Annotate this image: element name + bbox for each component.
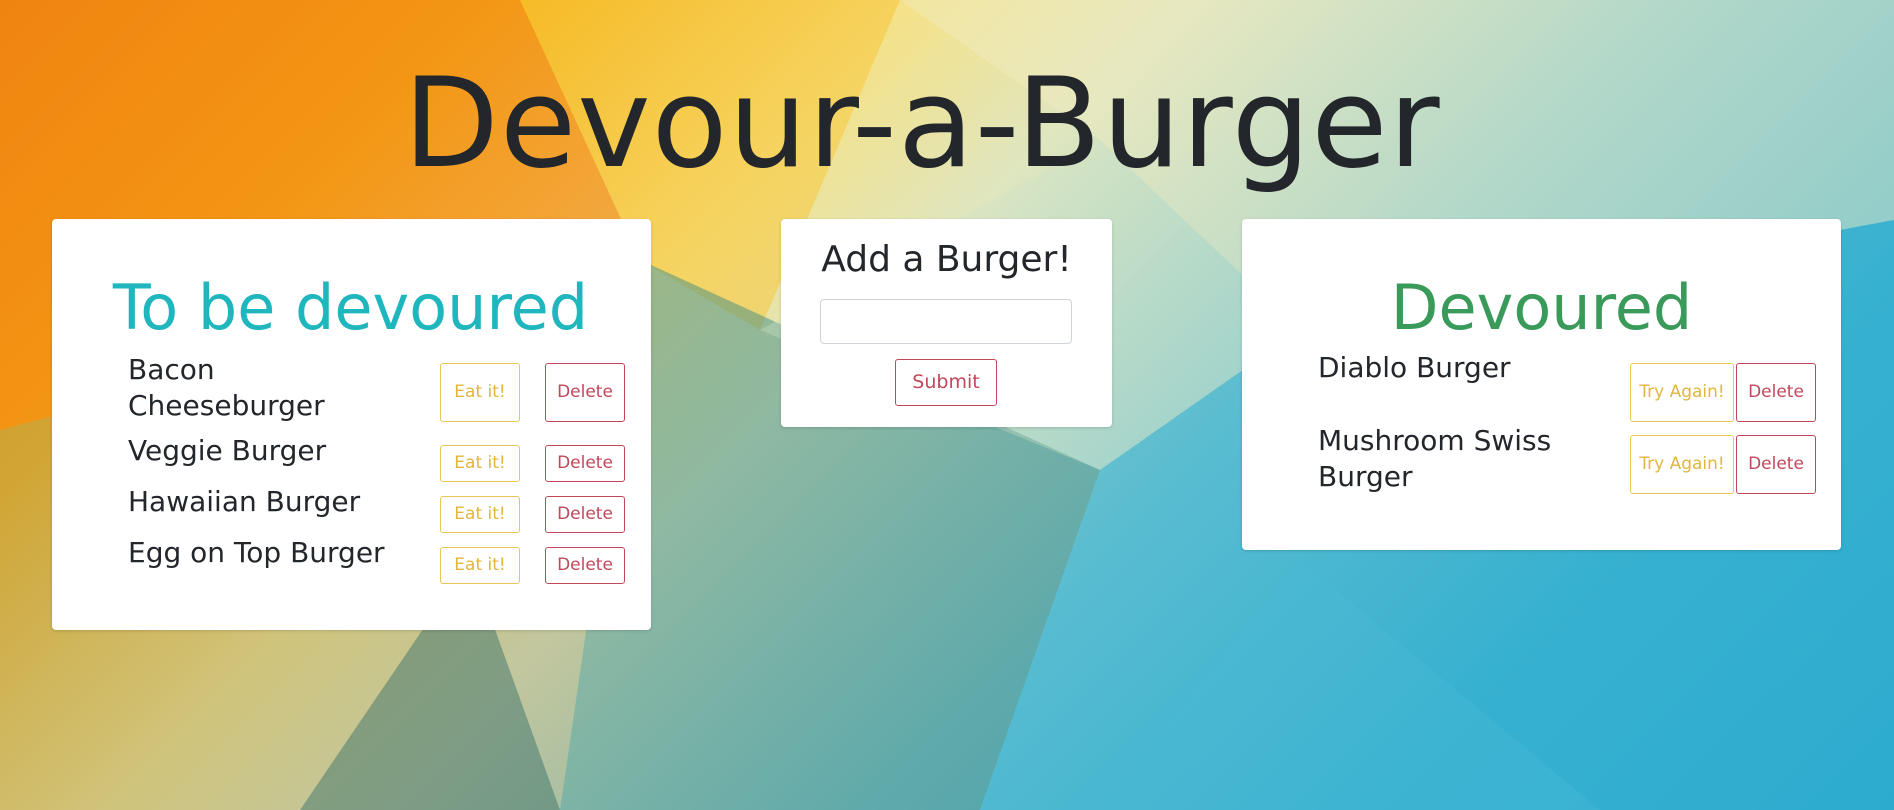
burger-name: Hawaiian Burger bbox=[128, 485, 361, 518]
delete-button[interactable]: Delete bbox=[1736, 435, 1816, 494]
burger-name-input[interactable] bbox=[820, 299, 1072, 344]
submit-button[interactable]: Submit bbox=[895, 359, 997, 406]
delete-button[interactable]: Delete bbox=[545, 445, 625, 482]
delete-button[interactable]: Delete bbox=[545, 547, 625, 584]
devoured-heading: Devoured bbox=[1390, 271, 1693, 344]
page-title: Devour-a-Burger bbox=[403, 52, 1441, 196]
delete-button[interactable]: Delete bbox=[1736, 363, 1816, 422]
burger-name: Bacon Cheeseburger bbox=[128, 353, 325, 422]
burger-name: Veggie Burger bbox=[128, 434, 327, 467]
delete-button[interactable]: Delete bbox=[545, 496, 625, 533]
add-burger-card: Add a Burger! Submit bbox=[781, 219, 1112, 427]
undevoured-card: To be devoured Bacon Cheeseburger Eat it… bbox=[52, 219, 651, 630]
try-again-button[interactable]: Try Again! bbox=[1630, 363, 1734, 422]
eat-button[interactable]: Eat it! bbox=[440, 445, 520, 482]
try-again-button[interactable]: Try Again! bbox=[1630, 435, 1734, 494]
burger-name: Diablo Burger bbox=[1318, 351, 1511, 384]
delete-button[interactable]: Delete bbox=[545, 363, 625, 422]
devoured-card: Devoured Diablo Burger Try Again! Delete… bbox=[1242, 219, 1841, 550]
burger-name: Mushroom Swiss Burger bbox=[1318, 424, 1552, 493]
burger-name: Egg on Top Burger bbox=[128, 536, 385, 569]
eat-button[interactable]: Eat it! bbox=[440, 363, 520, 422]
eat-button[interactable]: Eat it! bbox=[440, 496, 520, 533]
add-burger-heading: Add a Burger! bbox=[821, 239, 1072, 280]
eat-button[interactable]: Eat it! bbox=[440, 547, 520, 584]
undevoured-heading: To be devoured bbox=[112, 271, 589, 344]
